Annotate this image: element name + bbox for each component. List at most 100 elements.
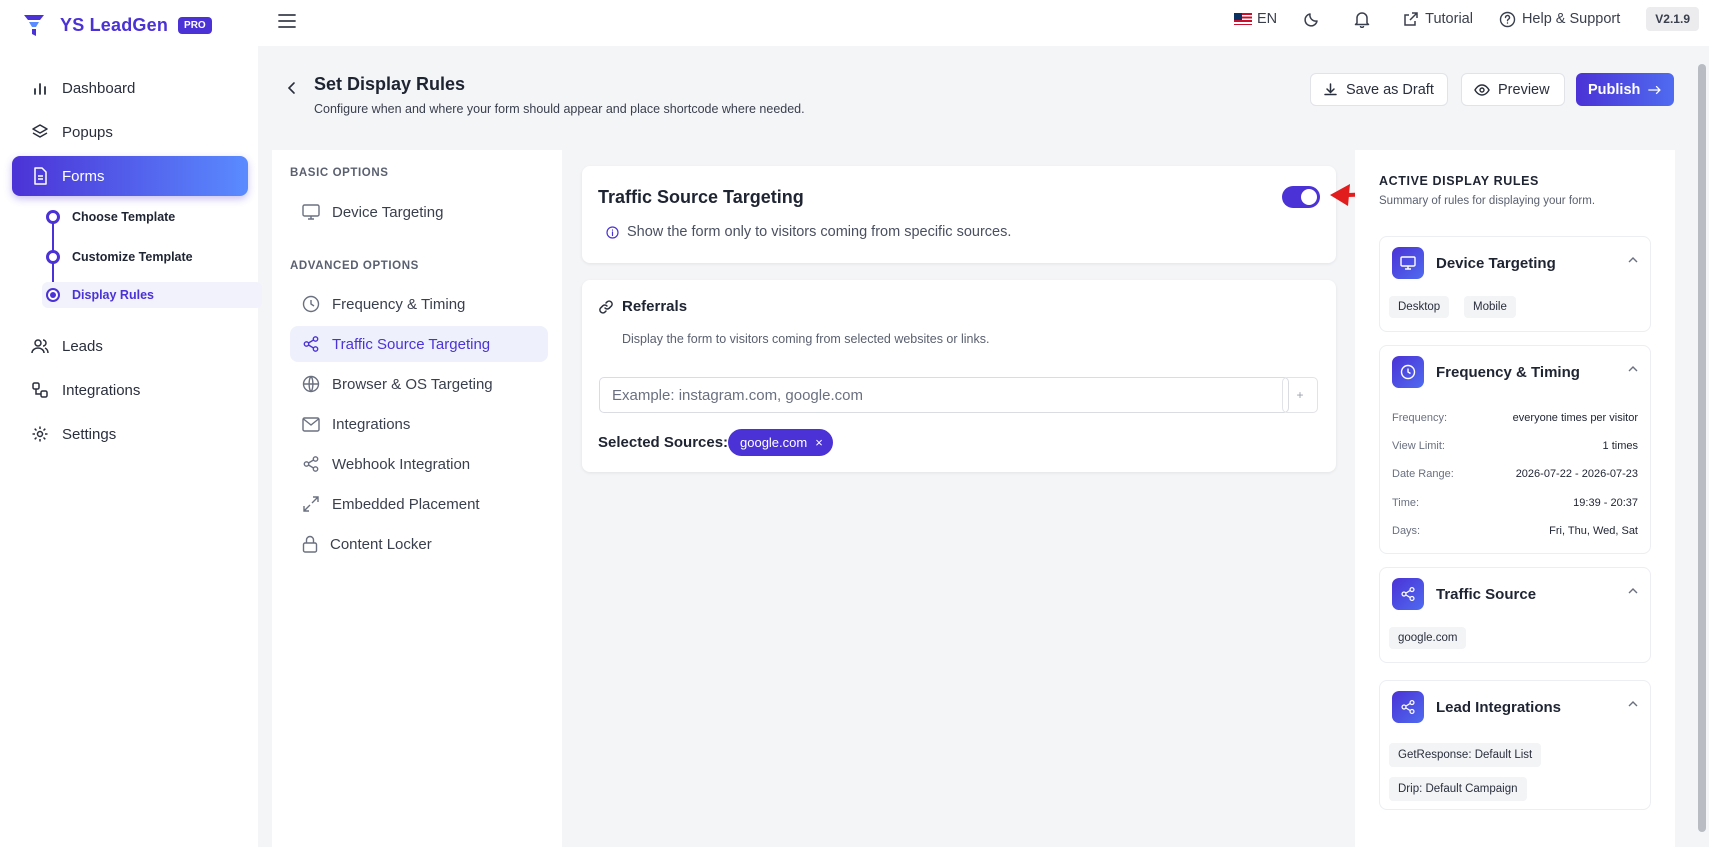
option-label: Webhook Integration bbox=[332, 455, 471, 473]
view-limit-row: View Limit: 1 times bbox=[1392, 440, 1638, 452]
notifications-button[interactable] bbox=[1353, 10, 1377, 28]
sidebar-item-label: Leads bbox=[62, 337, 103, 355]
subnav-customize-template[interactable]: Customize Template bbox=[42, 244, 262, 270]
chevron-up-icon[interactable] bbox=[1628, 701, 1638, 707]
rule-tag: Desktop bbox=[1389, 296, 1450, 318]
rule-tag: Mobile bbox=[1464, 296, 1516, 318]
option-content-locker[interactable]: Content Locker bbox=[290, 526, 548, 562]
selected-sources-label: Selected Sources: bbox=[598, 434, 729, 451]
help-support-link[interactable]: Help & Support bbox=[1499, 11, 1620, 28]
option-frequency-timing[interactable]: Frequency & Timing bbox=[290, 286, 548, 322]
chevron-up-icon[interactable] bbox=[1628, 588, 1638, 594]
traffic-source-card: Traffic Source Targeting Show the form o… bbox=[582, 166, 1336, 263]
option-label: Embedded Placement bbox=[332, 495, 480, 513]
hamburger-menu-icon[interactable] bbox=[276, 10, 298, 32]
sidebar-item-forms[interactable]: Forms bbox=[12, 156, 248, 196]
language-selector[interactable]: EN bbox=[1233, 11, 1277, 27]
logo[interactable]: YS LeadGen PRO bbox=[22, 12, 212, 38]
preview-button[interactable]: Preview bbox=[1461, 73, 1565, 106]
step-dot bbox=[46, 288, 60, 302]
save-draft-button[interactable]: Save as Draft bbox=[1310, 73, 1448, 106]
option-integrations[interactable]: Integrations bbox=[290, 406, 548, 442]
subnav-display-rules[interactable]: Display Rules bbox=[42, 282, 262, 308]
referrals-card: Referrals Display the form to visitors c… bbox=[582, 280, 1336, 472]
option-embedded-placement[interactable]: Embedded Placement bbox=[290, 486, 548, 522]
publish-button[interactable]: Publish bbox=[1576, 73, 1674, 106]
option-label: Content Locker bbox=[330, 535, 432, 553]
frequency-row: Frequency: everyone times per visitor bbox=[1392, 412, 1638, 424]
clock-icon bbox=[302, 295, 320, 313]
rule-tag: GetResponse: Default List bbox=[1389, 743, 1542, 767]
eye-icon bbox=[1474, 83, 1490, 96]
option-label: Browser & OS Targeting bbox=[332, 375, 493, 393]
option-device-targeting[interactable]: Device Targeting bbox=[290, 194, 548, 230]
sidebar-item-label: Dashboard bbox=[62, 79, 136, 97]
page-scrollbar[interactable] bbox=[1695, 46, 1709, 847]
app-name: YS LeadGen bbox=[60, 14, 169, 35]
save-draft-label: Save as Draft bbox=[1346, 81, 1434, 98]
row-key: Days: bbox=[1392, 525, 1421, 537]
rule-card-title: Lead Integrations bbox=[1436, 698, 1562, 716]
rule-card-header: Traffic Source bbox=[1392, 578, 1536, 610]
sidebar-item-integrations[interactable]: Integrations bbox=[12, 370, 248, 410]
sidebar-item-label: Popups bbox=[62, 123, 113, 141]
row-key: View Limit: bbox=[1392, 440, 1445, 452]
sidebar-item-settings[interactable]: Settings bbox=[12, 414, 248, 454]
description-text: Show the form only to visitors coming fr… bbox=[627, 224, 1012, 240]
version-badge: V2.1.9 bbox=[1646, 7, 1699, 31]
users-icon bbox=[30, 336, 50, 356]
sidebar-item-label: Forms bbox=[62, 167, 105, 185]
mail-icon bbox=[302, 416, 320, 432]
info-icon bbox=[606, 225, 619, 239]
section-title: Traffic Source Targeting bbox=[598, 187, 804, 207]
sidebar-item-leads[interactable]: Leads bbox=[12, 326, 248, 366]
option-browser-os[interactable]: Browser & OS Targeting bbox=[290, 366, 548, 402]
forms-subnav: Choose Template Customize Template Displ… bbox=[12, 200, 262, 320]
active-rules-panel: ACTIVE DISPLAY RULES Summary of rules fo… bbox=[1355, 150, 1675, 847]
download-icon bbox=[1324, 83, 1337, 96]
rule-card-traffic-source: Traffic Source google.com bbox=[1379, 567, 1651, 663]
integrations-icon bbox=[30, 380, 50, 400]
layers-icon bbox=[30, 122, 50, 142]
back-chevron-icon[interactable] bbox=[284, 80, 300, 96]
traffic-source-toggle[interactable] bbox=[1282, 186, 1320, 208]
sidebar-item-dashboard[interactable]: Dashboard bbox=[12, 68, 248, 108]
publish-label: Publish bbox=[1588, 81, 1641, 98]
date-range-row: Date Range: 2026-07-22 - 2026-07-23 bbox=[1392, 468, 1638, 480]
link-icon bbox=[599, 299, 613, 314]
webhook-share-icon bbox=[303, 456, 319, 472]
chip-label: google.com bbox=[740, 435, 808, 450]
row-value: everyone times per visitor bbox=[1512, 412, 1638, 424]
subnav-choose-template[interactable]: Choose Template bbox=[42, 204, 262, 230]
subnav-label: Customize Template bbox=[72, 250, 193, 264]
basic-options-heading: BASIC OPTIONS bbox=[290, 167, 389, 179]
pro-badge: PRO bbox=[178, 16, 212, 34]
main-nav: Dashboard Popups Forms Choose Template C… bbox=[12, 68, 262, 458]
row-value: 1 times bbox=[1602, 440, 1638, 452]
sidebar-item-popups[interactable]: Popups bbox=[12, 112, 248, 152]
row-value: Fri, Thu, Wed, Sat bbox=[1549, 525, 1638, 537]
arrow-right-icon bbox=[1648, 85, 1662, 94]
dark-mode-toggle[interactable] bbox=[1303, 10, 1327, 28]
option-webhook[interactable]: Webhook Integration bbox=[290, 446, 548, 482]
document-icon bbox=[30, 166, 50, 186]
option-traffic-source[interactable]: Traffic Source Targeting bbox=[290, 326, 548, 362]
tutorial-label: Tutorial bbox=[1425, 11, 1473, 27]
options-panel: BASIC OPTIONS Device Targeting ADVANCED … bbox=[272, 150, 562, 847]
help-label: Help & Support bbox=[1521, 11, 1621, 27]
chevron-up-icon[interactable] bbox=[1628, 366, 1638, 372]
scrollbar-thumb[interactable] bbox=[1698, 64, 1706, 832]
remove-chip-icon[interactable]: × bbox=[815, 435, 823, 450]
chevron-up-icon[interactable] bbox=[1628, 257, 1638, 263]
monitor-icon bbox=[302, 204, 320, 220]
tutorial-link[interactable]: Tutorial bbox=[1403, 11, 1473, 27]
rule-tag: google.com bbox=[1389, 627, 1467, 649]
rule-card-header: Device Targeting bbox=[1392, 247, 1556, 279]
row-value: 2026-07-22 - 2026-07-23 bbox=[1515, 468, 1638, 480]
rule-card-title: Traffic Source bbox=[1436, 585, 1537, 603]
rule-card-frequency: Frequency & Timing Frequency: everyone ti… bbox=[1379, 345, 1651, 554]
monitor-icon bbox=[1392, 247, 1424, 279]
referral-domain-input[interactable] bbox=[599, 377, 1289, 413]
add-source-button[interactable]: + bbox=[1282, 377, 1318, 413]
rules-title: ACTIVE DISPLAY RULES bbox=[1379, 174, 1539, 188]
